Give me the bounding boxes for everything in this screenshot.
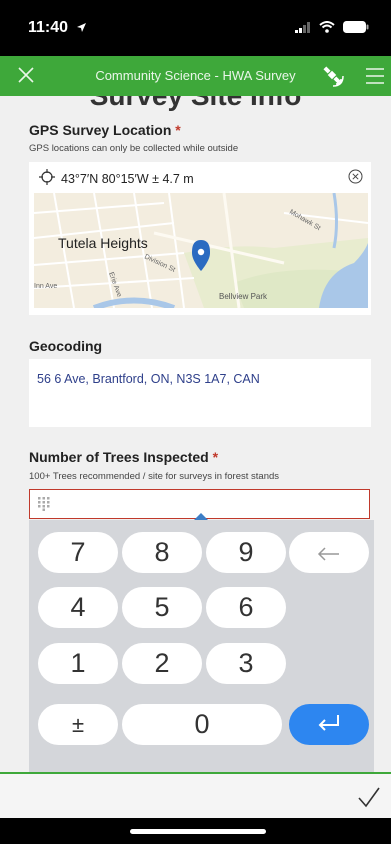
backspace-key[interactable] (289, 532, 369, 573)
checkmark-icon[interactable] (357, 786, 381, 813)
key-4[interactable]: 4 (38, 587, 118, 628)
status-bar: 11:40 (0, 0, 391, 56)
battery-icon (343, 20, 369, 38)
crosshair-icon (39, 169, 55, 188)
key-9[interactable]: 9 (206, 532, 286, 573)
map-park-label: Bellview Park (219, 292, 268, 301)
gps-location-card[interactable]: 43°7′N 80°15′W ± 4.7 m Tutela Heights Be… (29, 162, 371, 315)
keypad-pointer (194, 513, 208, 520)
page-title: Survey Site Info (0, 96, 391, 112)
coordinates-text: 43°7′N 80°15′W ± 4.7 m (61, 171, 194, 186)
key-0[interactable]: 0 (122, 704, 282, 745)
geocoding-field[interactable]: 56 6 Ave, Brantford, ON, N3S 1A7, CAN (29, 359, 371, 427)
clear-location-icon[interactable] (348, 169, 363, 189)
key-8[interactable]: 8 (122, 532, 202, 573)
trees-hint: 100+ Trees recommended / site for survey… (29, 471, 280, 482)
key-6[interactable]: 6 (206, 587, 286, 628)
location-map[interactable]: Tutela Heights Bellview Park Division St… (34, 193, 368, 308)
menu-icon[interactable] (366, 67, 384, 90)
satellite-icon[interactable] (321, 64, 345, 93)
location-arrow-icon (76, 20, 87, 38)
numeric-keypad: 7 8 9 4 5 6 1 2 3 ± 0 (29, 520, 374, 772)
coordinates-row: 43°7′N 80°15′W ± 4.7 m (39, 169, 194, 188)
status-icons (295, 20, 369, 38)
backspace-icon (317, 537, 341, 568)
map-place-label: Tutela Heights (58, 235, 148, 251)
trees-label-text: Number of Trees Inspected (29, 449, 209, 465)
key-3[interactable]: 3 (206, 643, 286, 684)
enter-key[interactable] (289, 704, 369, 745)
key-7[interactable]: 7 (38, 532, 118, 573)
plus-minus-key[interactable]: ± (38, 704, 118, 745)
home-bar (0, 818, 391, 844)
wifi-icon (319, 20, 335, 38)
signal-icon (295, 20, 311, 38)
trees-field-label: Number of Trees Inspected * (29, 449, 218, 465)
keypad-icon (38, 497, 50, 516)
geocoding-value: 56 6 Ave, Brantford, ON, N3S 1A7, CAN (37, 372, 260, 386)
return-icon (316, 709, 342, 740)
gps-hint: GPS locations can only be collected whil… (29, 143, 239, 154)
form-content[interactable]: Survey Site Info GPS Survey Location * G… (0, 96, 391, 772)
map-image: Tutela Heights Bellview Park Division St… (34, 193, 368, 308)
geocoding-label: Geocoding (29, 338, 103, 354)
key-1[interactable]: 1 (38, 643, 118, 684)
clock: 11:40 (28, 19, 69, 36)
bottom-action-bar (0, 772, 391, 820)
required-mark: * (212, 449, 219, 465)
home-indicator[interactable] (130, 829, 266, 834)
gps-field-label: GPS Survey Location * (29, 122, 181, 138)
required-mark: * (175, 122, 181, 138)
gps-label-text: GPS Survey Location (29, 122, 172, 138)
map-street-label: Inn Ave (34, 283, 57, 290)
key-5[interactable]: 5 (122, 587, 202, 628)
key-2[interactable]: 2 (122, 643, 202, 684)
app-header: Community Science - HWA Survey (0, 56, 391, 96)
